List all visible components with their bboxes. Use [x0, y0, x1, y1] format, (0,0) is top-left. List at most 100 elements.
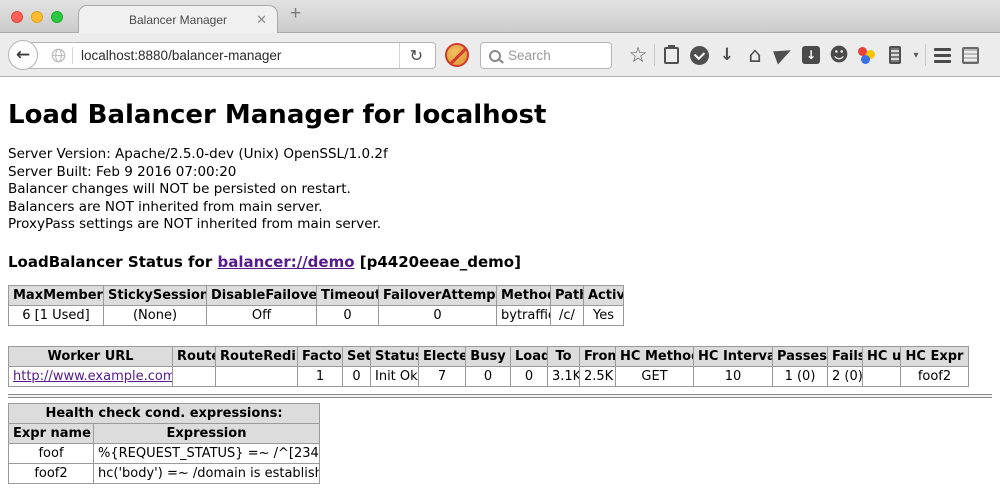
traffic-lights — [11, 11, 63, 23]
proxypass-notice-line: ProxyPass settings are NOT inherited fro… — [8, 216, 992, 234]
reload-icon[interactable]: ↻ — [399, 43, 433, 68]
downloads-button[interactable]: ↓ — [713, 33, 741, 77]
worker-row: http://www.example.com/ 1 0 Init Ok 7 0 … — [9, 366, 969, 386]
toolbar-separator — [654, 44, 655, 66]
column-header: Path — [551, 285, 584, 305]
colored-dots-icon — [858, 46, 876, 64]
server-version-line: Server Version: Apache/2.5.0-dev (Unix) … — [8, 146, 992, 164]
minimize-window-button[interactable] — [31, 11, 43, 23]
column-header: To — [548, 346, 580, 366]
window-titlebar: Balancer Manager ✕ + — [0, 0, 1000, 33]
column-header: HC Method — [616, 346, 694, 366]
expression-cell: %{REQUEST_STATUS} =~ /^[234]/ — [94, 443, 320, 463]
search-placeholder: Search — [508, 48, 551, 63]
column-header: StickySession — [104, 285, 207, 305]
toolbar-separator — [925, 44, 926, 66]
browser-tab[interactable]: Balancer Manager ✕ — [78, 5, 278, 33]
column-header: Status — [371, 346, 419, 366]
menu-button[interactable] — [928, 33, 956, 77]
inherit-notice-line: Balancers are NOT inherited from main se… — [8, 199, 992, 217]
pocket-icon — [690, 46, 709, 65]
expr-name-cell: foof2 — [9, 463, 94, 483]
status-cell: Init Ok — [371, 366, 419, 386]
table-header-row: Worker URL Route RouteRedir Factor Set S… — [9, 346, 969, 366]
pocket-button[interactable] — [685, 33, 713, 77]
worker-url-link[interactable]: http://www.example.com/ — [13, 369, 173, 384]
url-bar[interactable]: localhost:8880/balancer-manager ↻ — [24, 42, 436, 69]
health-expr-row: foof %{REQUEST_STATUS} =~ /^[234]/ — [9, 443, 320, 463]
close-window-button[interactable] — [11, 11, 23, 23]
worker-table: Worker URL Route RouteRedir Factor Set S… — [8, 346, 969, 387]
balancer-link[interactable]: balancer://demo — [217, 253, 354, 271]
globe-icon — [51, 48, 66, 63]
busy-cell: 0 — [466, 366, 511, 386]
feedback-button[interactable]: ☻ — [825, 33, 853, 77]
video-download-button[interactable]: ↓ — [797, 33, 825, 77]
search-input[interactable]: Search — [480, 42, 612, 69]
back-arrow-icon: ← — [16, 45, 30, 65]
column-header: DisableFailover — [207, 285, 317, 305]
hamburger-icon — [934, 48, 951, 63]
column-header: Expression — [94, 423, 320, 443]
column-header: Passes — [773, 346, 828, 366]
column-header: Elected — [419, 346, 466, 366]
clipboard-icon — [664, 47, 679, 64]
column-header: Timeout — [317, 285, 379, 305]
download-arrow-icon: ↓ — [720, 45, 734, 65]
table-title-row: Health check cond. expressions: — [9, 403, 320, 423]
failover-attempts-cell: 0 — [379, 305, 497, 325]
home-button[interactable]: ⌂ — [741, 33, 769, 77]
from-cell: 2.5K — [580, 366, 616, 386]
flashblock-icon[interactable] — [445, 43, 469, 67]
fails-cell: 2 (0) — [828, 366, 863, 386]
expr-name-cell: foof — [9, 443, 94, 463]
battery-extension-button[interactable] — [881, 33, 909, 77]
status-heading-suffix: [p4420eeae_demo] — [355, 253, 521, 271]
paper-plane-icon — [773, 46, 794, 65]
new-tab-button[interactable]: + — [290, 3, 301, 25]
tab-close-icon[interactable]: ✕ — [256, 12, 267, 27]
navigation-toolbar: localhost:8880/balancer-manager ↻ ← Sear… — [0, 33, 1000, 77]
hc-method-cell: GET — [616, 366, 694, 386]
smiley-icon: ☻ — [829, 44, 849, 66]
table-row: 6 [1 Used] (None) Off 0 0 bytraffic /c/ … — [9, 305, 624, 325]
bookmarks-menu-button[interactable] — [657, 33, 685, 77]
path-cell: /c/ — [551, 305, 584, 325]
column-header: From — [580, 346, 616, 366]
route-redir-cell — [216, 366, 298, 386]
sidebar-pages-button[interactable] — [956, 33, 984, 77]
send-tab-button[interactable] — [769, 33, 797, 77]
column-header: Route — [173, 346, 216, 366]
column-header: Active — [584, 285, 624, 305]
method-cell: bytraffic — [497, 305, 551, 325]
max-members-cell: 6 [1 Used] — [9, 305, 104, 325]
worker-url-cell: http://www.example.com/ — [9, 366, 173, 386]
load-cell: 0 — [511, 366, 548, 386]
active-cell: Yes — [584, 305, 624, 325]
url-text[interactable]: localhost:8880/balancer-manager — [81, 48, 399, 63]
balancer-settings-table: MaxMembers StickySession DisableFailover… — [8, 285, 624, 326]
column-header: HC uri — [863, 346, 901, 366]
balancer-status-heading: LoadBalancer Status for balancer://demo … — [8, 253, 992, 271]
server-built-line: Server Built: Feb 9 2016 07:00:20 — [8, 164, 992, 182]
table-header-row: Expr name Expression — [9, 423, 320, 443]
column-header: FailoverAttempts — [379, 285, 497, 305]
column-header: Expr name — [9, 423, 94, 443]
hc-expr-cell: foof2 — [901, 366, 969, 386]
set-cell: 0 — [343, 366, 371, 386]
server-info: Server Version: Apache/2.5.0-dev (Unix) … — [8, 146, 992, 234]
health-table-title: Health check cond. expressions: — [9, 403, 320, 423]
bookmark-star-button[interactable]: ☆ — [624, 33, 652, 77]
elected-cell: 7 — [419, 366, 466, 386]
disable-failover-cell: Off — [207, 305, 317, 325]
column-header: HC Expr — [901, 346, 969, 366]
zoom-window-button[interactable] — [51, 11, 63, 23]
extension-colors-button[interactable] — [853, 33, 881, 77]
search-icon — [489, 50, 501, 62]
column-header: Fails — [828, 346, 863, 366]
back-button[interactable]: ← — [8, 40, 38, 70]
tab-title: Balancer Manager — [129, 13, 227, 27]
hc-interval-cell: 10 — [694, 366, 773, 386]
overflow-caret-button[interactable]: ▾ — [909, 33, 923, 77]
home-icon: ⌂ — [748, 43, 761, 67]
